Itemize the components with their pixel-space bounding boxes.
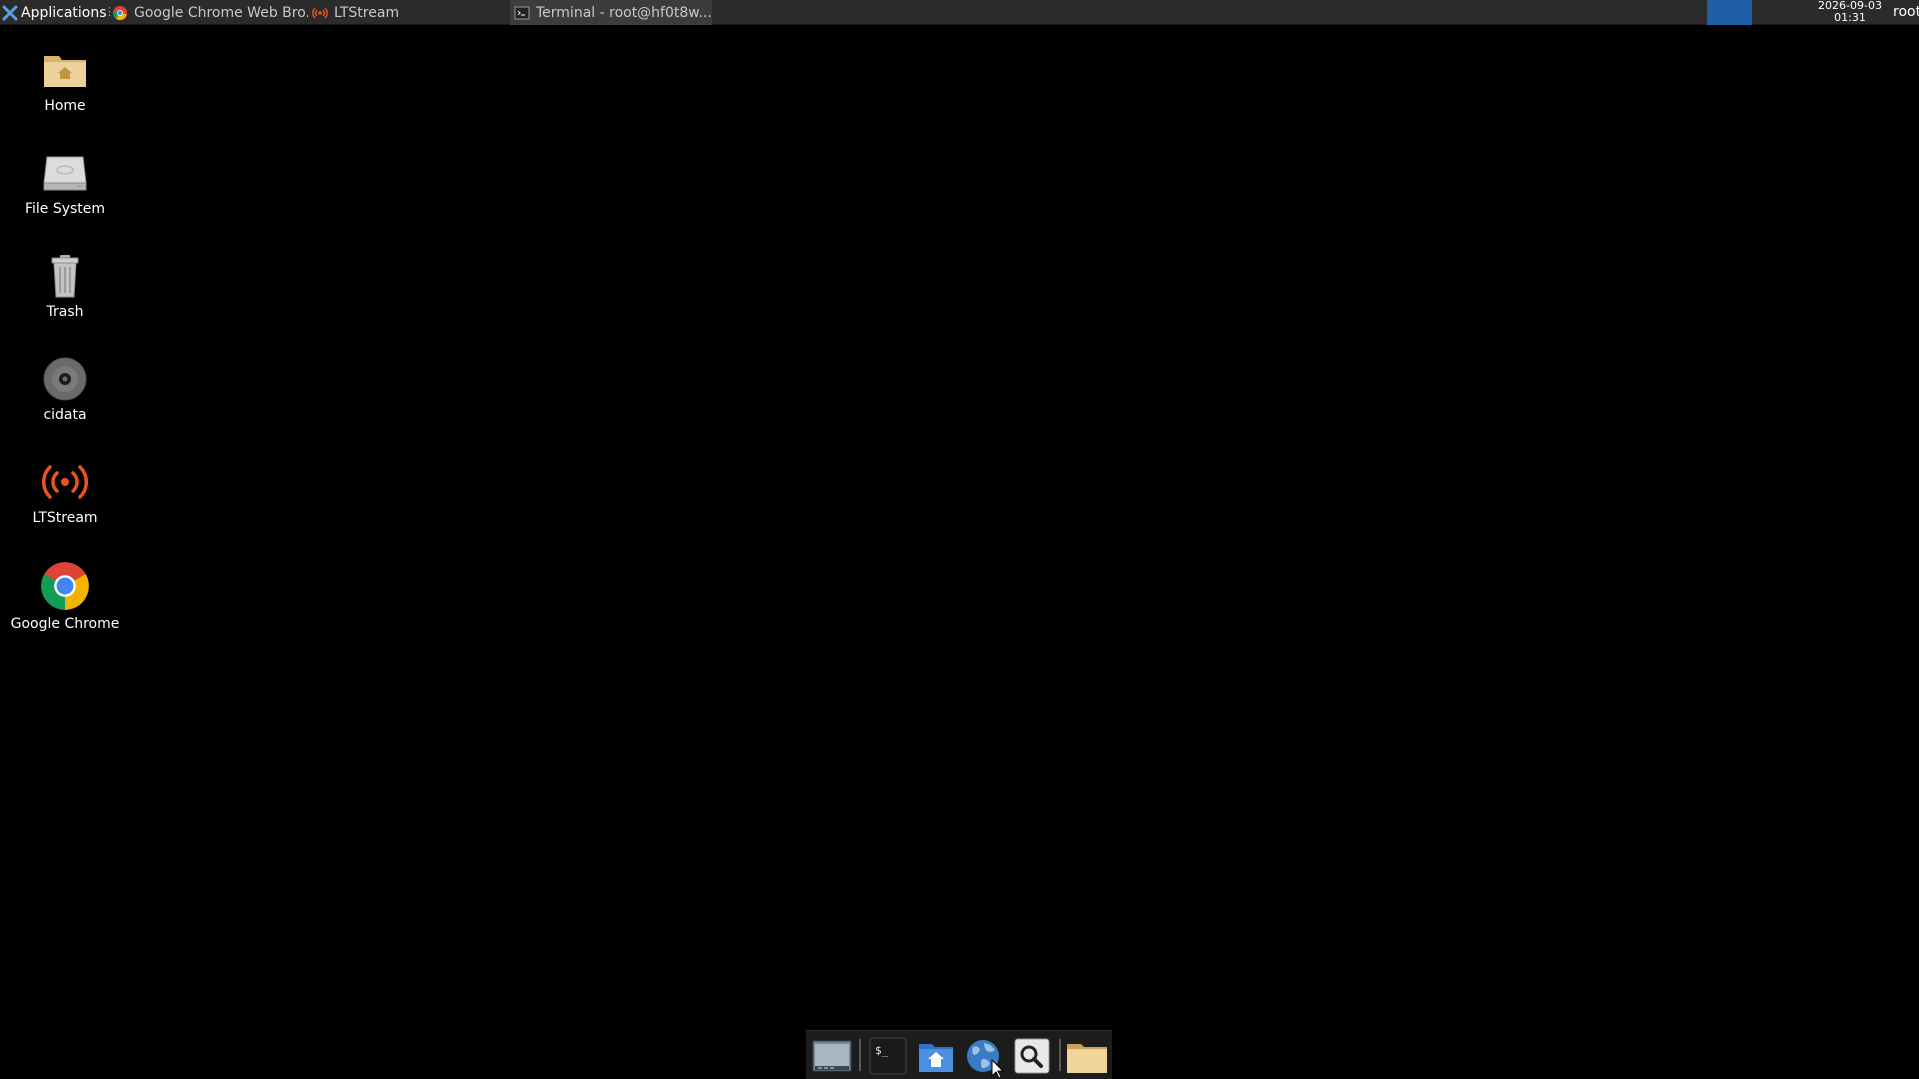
ltstream-icon <box>312 6 328 19</box>
dock-show-desktop[interactable] <box>810 1035 854 1077</box>
clock[interactable]: 2026-09-03 01:31 <box>1810 0 1890 25</box>
task-label: Google Chrome Web Bro... <box>134 4 308 21</box>
chrome-icon <box>41 562 89 610</box>
task-label: LTStream <box>334 4 400 21</box>
globe-icon <box>967 1040 1005 1079</box>
desktop: Applications ⋮ Google Chrome Web Bro... <box>0 0 1919 1079</box>
dock-files[interactable] <box>1065 1035 1109 1077</box>
terminal-icon <box>514 6 530 19</box>
dock-separator <box>859 1039 861 1071</box>
desktop-icon-file-system[interactable]: File System <box>10 149 120 218</box>
dock: $_ <box>806 1030 1112 1079</box>
desktop-icon-label: Trash <box>46 304 84 320</box>
desktop-icon-home[interactable]: Home <box>10 46 120 115</box>
trash-icon <box>51 255 79 298</box>
desktop-icon-ltstream[interactable]: LTStream <box>10 458 120 527</box>
task-terminal[interactable]: Terminal - root@hf0t8w... <box>510 0 712 25</box>
workspace-switcher[interactable] <box>1707 0 1752 25</box>
xfce-logo-icon <box>2 5 18 20</box>
disc-icon <box>43 357 87 401</box>
dock-app-finder[interactable] <box>1010 1035 1054 1077</box>
dock-web-browser[interactable] <box>962 1035 1006 1079</box>
show-desktop-icon <box>812 1040 852 1072</box>
task-chrome[interactable]: Google Chrome Web Bro... <box>108 0 308 25</box>
desktop-icon-trash[interactable]: Trash <box>10 252 120 321</box>
top-panel: Applications ⋮ Google Chrome Web Bro... <box>0 0 1919 25</box>
desktop-icon-label: Google Chrome <box>10 616 120 632</box>
home-folder-icon <box>919 1044 953 1072</box>
folder-icon <box>1067 1044 1107 1073</box>
dock-separator <box>1059 1039 1061 1071</box>
task-label: Terminal - root@hf0t8w... <box>536 4 712 21</box>
tasklist: Google Chrome Web Bro... LTStream Termin… <box>108 0 712 25</box>
desktop-icon-label: cidata <box>43 407 87 423</box>
desktop-icon-label: File System <box>24 201 106 217</box>
desktop-icon-google-chrome[interactable]: Google Chrome <box>10 560 120 633</box>
search-icon <box>1014 1038 1050 1074</box>
terminal-icon: $_ <box>869 1037 907 1075</box>
dock-terminal[interactable]: $_ <box>866 1035 910 1077</box>
dock-home-folder[interactable] <box>914 1035 958 1077</box>
desktop-icon-cidata[interactable]: cidata <box>10 355 120 424</box>
user-menu[interactable]: root <box>1893 0 1919 25</box>
task-ltstream[interactable]: LTStream <box>308 0 510 25</box>
desktop-icon-label: LTStream <box>32 510 98 526</box>
clock-time: 01:31 <box>1834 11 1866 24</box>
drive-icon <box>43 156 87 191</box>
broadcast-icon <box>42 465 88 499</box>
chrome-icon <box>112 5 127 20</box>
svg-text:$_: $_ <box>875 1044 889 1057</box>
desktop-icon-label: Home <box>44 98 86 114</box>
applications-menu-button[interactable]: Applications <box>0 0 110 25</box>
home-folder-icon <box>44 56 86 87</box>
applications-label: Applications <box>21 4 107 21</box>
